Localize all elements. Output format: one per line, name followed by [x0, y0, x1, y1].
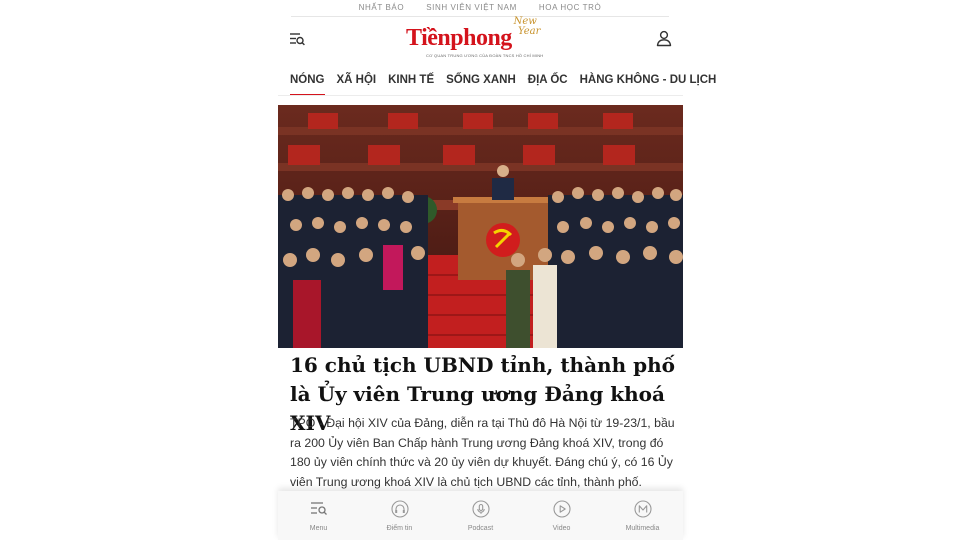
bottom-nav-label: Video: [552, 525, 571, 532]
bottom-nav-menu[interactable]: Menu: [284, 499, 354, 532]
bottom-nav-multimedia[interactable]: Multimedia: [608, 499, 678, 532]
multimedia-m-icon: [633, 499, 653, 519]
bottom-nav-label: Điểm tin: [386, 525, 413, 532]
user-account-icon[interactable]: [655, 29, 673, 47]
nav-item-song-xanh[interactable]: SỐNG XANH: [446, 72, 516, 92]
play-circle-icon: [552, 499, 572, 519]
nav-item-dia-oc[interactable]: ĐỊA ỐC: [528, 72, 568, 92]
nav-item-hang-khong-du-lich[interactable]: HÀNG KHÔNG - DU LỊCH: [580, 72, 717, 92]
bottom-nav-label: Podcast: [467, 525, 494, 532]
bottom-nav-diem-tin[interactable]: Điểm tin: [365, 499, 435, 532]
microphone-icon: [471, 499, 491, 519]
partner-link-sinh-vien-viet-nam[interactable]: SINH VIÊN VIỆT NAM: [426, 0, 517, 16]
new-year-badge: New Year: [513, 16, 541, 37]
menu-search-icon: [309, 499, 329, 519]
bottom-nav-podcast[interactable]: Podcast: [446, 499, 516, 532]
headphones-icon: [390, 499, 410, 519]
site-header: Tiềnphong New Year CƠ QUAN TRUNG ƯƠNG CỦ…: [278, 17, 683, 65]
logo-wordmark: Tiềnphong: [406, 25, 512, 51]
partner-link-hoa-hoc-tro[interactable]: HOA HỌC TRÒ: [539, 0, 601, 16]
bottom-nav-label: Multimedia: [625, 525, 660, 532]
site-logo[interactable]: Tiềnphong New Year CƠ QUAN TRUNG ƯƠNG CỦ…: [406, 17, 556, 61]
category-nav: NÓNG XÃ HỘI KINH TẾ SỐNG XANH ĐỊA ỐC HÀN…: [290, 72, 717, 96]
bottom-nav-bar: Menu Điểm tin Podcast Video Multimedia: [278, 491, 683, 540]
partner-links-bar: NHẤT BÁO SINH VIÊN VIỆT NAM HOA HỌC TRÒ: [0, 0, 960, 16]
nav-divider: [278, 95, 683, 96]
nav-item-kinh-te[interactable]: KINH TẾ: [388, 72, 434, 92]
logo-tagline: CƠ QUAN TRUNG ƯƠNG CỦA ĐOÀN TNCS HỒ CHÍ …: [426, 53, 544, 58]
menu-search-icon[interactable]: [288, 30, 306, 48]
bottom-nav-label: Menu: [309, 525, 328, 532]
article-sapo: TPO - Đại hội XIV của Đảng, diễn ra tại …: [290, 416, 675, 489]
bottom-nav-video[interactable]: Video: [527, 499, 597, 532]
nav-item-xa-hoi[interactable]: XÃ HỘI: [337, 72, 377, 92]
article-hero-image[interactable]: [278, 105, 683, 348]
partner-link-nhat-bao[interactable]: NHẤT BÁO: [359, 0, 405, 16]
nav-item-nong[interactable]: NÓNG: [290, 72, 325, 96]
